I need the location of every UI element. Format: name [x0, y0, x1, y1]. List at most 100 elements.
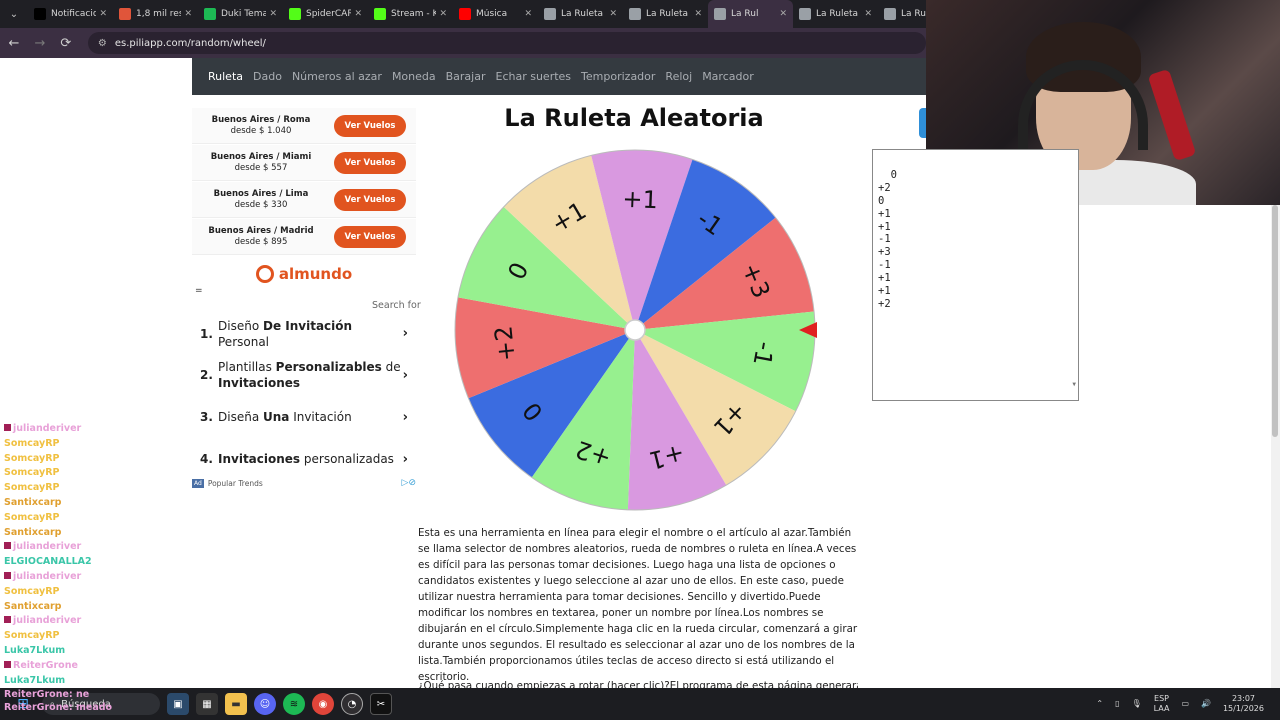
browser-tab[interactable]: La Ruleta A✕: [538, 0, 623, 28]
wheel-hub[interactable]: [624, 319, 646, 341]
roulette-wheel[interactable]: 0+20+1 +1-1+3-1+1+1+2: [452, 147, 818, 513]
result-text-bold: Una: [262, 410, 290, 424]
ver-vuelos-button[interactable]: Ver Vuelos: [334, 114, 406, 137]
forward-arrow-icon[interactable]: →: [28, 36, 52, 51]
close-tab-icon[interactable]: ✕: [694, 9, 702, 19]
close-tab-icon[interactable]: ✕: [779, 9, 787, 19]
browser-tab[interactable]: Notificacio ✕: [28, 0, 113, 28]
browser-tab[interactable]: Duki Tema ✕: [198, 0, 283, 28]
site-nav-link[interactable]: Marcador: [702, 70, 754, 83]
flight-route: Buenos Aires / Roma desde $ 1.040: [206, 115, 316, 137]
volume-icon[interactable]: 🔊: [1201, 699, 1211, 709]
chat-message: SomcayRP: [4, 452, 234, 467]
badge-icon: [4, 542, 11, 550]
description-paragraph: Esta es una herramienta en línea para el…: [418, 527, 858, 683]
chat-message: julianderiver: [4, 422, 234, 437]
tab-title: Música: [476, 9, 508, 19]
close-tab-icon[interactable]: ✕: [609, 9, 617, 19]
file-explorer-icon[interactable]: ▬: [225, 693, 247, 715]
chrome-icon[interactable]: ◉: [312, 693, 334, 715]
usb-icon[interactable]: ▯: [1115, 699, 1119, 709]
reload-icon[interactable]: ⟳: [54, 36, 78, 51]
mic-icon[interactable]: 🎙: [1131, 699, 1141, 709]
browser-tab[interactable]: La Ruleta A✕: [793, 0, 878, 28]
result-number: 2.: [200, 368, 213, 382]
url-bar[interactable]: ⚙ es.piliapp.com/random/wheel/: [87, 32, 927, 54]
adchoices-icon[interactable]: ▷⊘: [402, 478, 416, 488]
chat-message: Luka7Lkum: [4, 674, 234, 689]
side-tab[interactable]: [919, 108, 926, 138]
browser-tab[interactable]: Stream - K ✕: [368, 0, 453, 28]
back-arrow-icon[interactable]: ←: [2, 36, 26, 51]
ver-vuelos-button[interactable]: Ver Vuelos: [334, 188, 406, 211]
chevron-right-icon: ›: [402, 367, 408, 383]
chat-username: Luka7Lkum: [4, 644, 66, 656]
chevron-right-icon: ›: [402, 409, 408, 425]
site-nav-link[interactable]: Echar suertes: [496, 70, 572, 83]
close-tab-icon[interactable]: ✕: [269, 9, 277, 19]
tab-title: Stream - K: [391, 9, 437, 19]
result-text: Diseño: [218, 318, 263, 333]
chat-overlay-bottom: ReiterGrone: ne ReiterGrone: meado: [4, 688, 112, 714]
close-tab-icon[interactable]: ✕: [439, 9, 447, 19]
page-scrollbar-thumb[interactable]: [1272, 205, 1278, 437]
badge-icon: [4, 571, 11, 579]
site-nav-link[interactable]: Ruleta: [208, 70, 243, 83]
textarea-scroll-arrow-icon[interactable]: ▼: [1072, 379, 1076, 392]
chat-username: Santixcarp: [4, 526, 62, 538]
chat-username: julianderiver: [13, 615, 82, 627]
search-for-label: Search for: [372, 300, 421, 311]
obs-icon[interactable]: ◔: [341, 693, 363, 715]
system-tray: ⌃ ▯ 🎙 ESP LAA ▭ 🔊 23:07 15/1/2026: [1090, 694, 1280, 714]
close-tab-icon[interactable]: ✕: [184, 9, 192, 19]
result-text-bold: Invitaciones: [218, 376, 301, 390]
ver-vuelos-button[interactable]: Ver Vuelos: [334, 151, 406, 174]
site-nav-link[interactable]: Números al azar: [292, 70, 382, 83]
task-view-icon[interactable]: ▣: [167, 693, 189, 715]
search-result-item[interactable]: 1. Diseño De Invitación Personal ›: [192, 318, 416, 349]
browser-tab[interactable]: La Ruleta A✕: [623, 0, 708, 28]
badge-icon: [4, 616, 11, 624]
site-nav-link[interactable]: Temporizador: [581, 70, 655, 83]
spotify-icon[interactable]: ≋: [283, 693, 305, 715]
page-title: La Ruleta Aleatoria: [504, 104, 764, 132]
close-tab-icon[interactable]: ✕: [524, 9, 532, 19]
discord-icon[interactable]: ☺: [254, 693, 276, 715]
x-logo-icon: [34, 8, 46, 20]
close-tab-icon[interactable]: ✕: [354, 9, 362, 19]
flight-offer: Buenos Aires / Miami desde $ 557 Ver Vuelo…: [192, 145, 416, 181]
browser-tab[interactable]: Música ✕: [453, 0, 538, 28]
network-icon[interactable]: ▭: [1181, 699, 1189, 709]
browser-tab[interactable]: La Rul ✕: [708, 0, 793, 28]
bookmark-icon: [119, 8, 131, 20]
clock[interactable]: 23:07 15/1/2026: [1223, 694, 1264, 714]
search-result-item[interactable]: 2. Plantillas Personalizables de Invitaci…: [192, 347, 416, 403]
browser-tab[interactable]: 1,8 mil res ✕: [113, 0, 198, 28]
browser-tab[interactable]: SpiderCAR ✕: [283, 0, 368, 28]
globe-icon: [544, 8, 556, 20]
site-nav: Ruleta Dado Números al azar Moneda Barajar Ec…: [192, 58, 926, 95]
language-indicator[interactable]: ESP LAA: [1154, 694, 1170, 714]
site-nav-link[interactable]: Barajar: [446, 70, 486, 83]
page-scrollbar[interactable]: [1271, 205, 1280, 688]
flight-ad-block: Buenos Aires / Roma desde $ 1.040 Ver Vuel…: [192, 108, 416, 296]
overlay-line: ReiterGrone: meado: [4, 702, 113, 713]
route-name: Buenos Aires / Miami: [210, 151, 312, 162]
chat-message: SomcayRP: [4, 629, 234, 644]
tray-chevron-icon[interactable]: ⌃: [1096, 699, 1103, 709]
badge-icon: [4, 424, 11, 431]
chat-message: Santixcarp: [4, 496, 234, 511]
ver-vuelos-button[interactable]: Ver Vuelos: [334, 225, 406, 248]
flight-route: Buenos Aires / Miami desde $ 557: [206, 152, 316, 174]
site-nav-link[interactable]: Dado: [253, 70, 282, 83]
capcut-icon[interactable]: ✂: [370, 693, 392, 715]
calculator-icon[interactable]: ▦: [196, 693, 218, 715]
tab-search-chevron-icon[interactable]: ⌄: [0, 0, 28, 28]
close-tab-icon[interactable]: ✕: [864, 9, 872, 19]
names-textarea[interactable]: 0 +2 0 +1 +1 -1 +3 -1 +1 +1 +2 ▼: [872, 149, 1079, 401]
close-tab-icon[interactable]: ✕: [99, 9, 107, 19]
chat-message: Santixcarp: [4, 600, 234, 615]
site-nav-link[interactable]: Reloj: [665, 70, 692, 83]
site-nav-link[interactable]: Moneda: [392, 70, 436, 83]
site-info-icon[interactable]: ⚙: [98, 38, 107, 49]
